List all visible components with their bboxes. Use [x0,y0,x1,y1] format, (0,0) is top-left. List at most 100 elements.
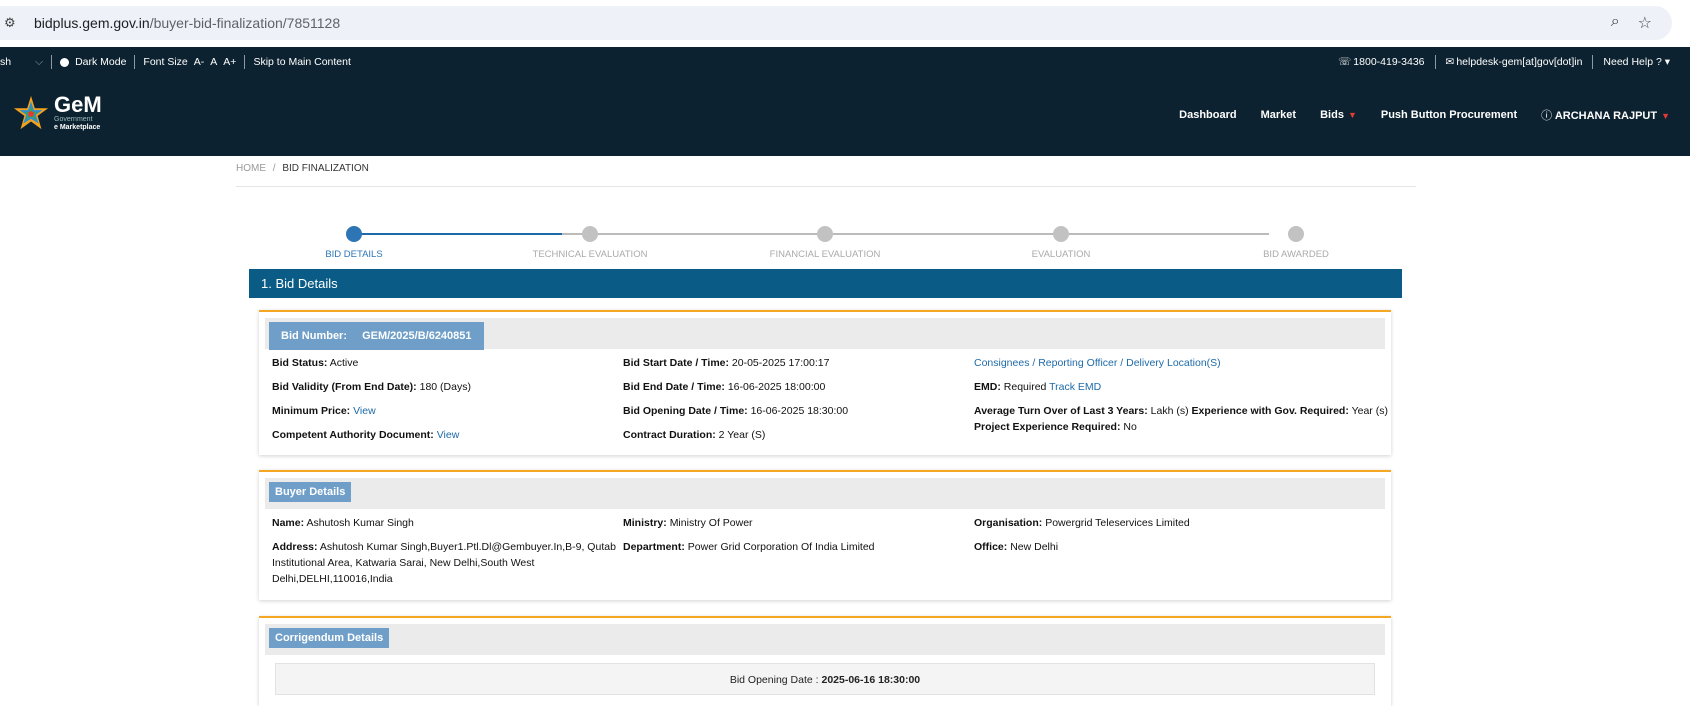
url-host: bidplus.gem.gov.in [34,15,150,31]
track-emd-link[interactable]: Track EMD [1049,381,1101,393]
dark-mode-toggle[interactable]: Dark Mode [52,56,134,68]
step-financial-evaluation[interactable]: FINANCIAL EVALUATION [745,224,905,260]
chevron-down-icon[interactable]: ⌵ [35,56,43,69]
site-settings-icon[interactable]: ⚙ [4,15,24,31]
consignees-link[interactable]: Consignees / Reporting Officer / Deliver… [974,357,1221,369]
bid-status-value: Active [329,357,359,369]
bid-number-label: Bid Number: [275,326,353,346]
font-increase-button[interactable]: A+ [223,56,236,68]
font-size-label: Font Size [143,56,188,68]
step-label: EVALUATION [1031,249,1091,260]
bid-opening-value: 16-06-2025 18:30:00 [750,405,849,417]
buyer-details-badge: Buyer Details [269,482,352,502]
min-price-label: Minimum Price: [272,405,351,417]
nav-market[interactable]: Market [1261,109,1296,121]
ministry-value: Ministry Of Power [669,517,753,529]
step-dot [582,226,598,242]
language-select[interactable]: sh [0,56,11,68]
user-menu[interactable]: ⓘ ARCHANA RAJPUT ▼ [1541,107,1670,123]
step-evaluation[interactable]: EVALUATION [981,224,1141,260]
contract-duration-value: 2 Year (S) [718,429,766,441]
caret-down-icon: ▼ [1347,110,1357,120]
bid-number-value: GEM/2025/B/6240851 [356,326,478,346]
bid-start-value: 20-05-2025 17:00:17 [731,357,830,369]
office-label: Office: [974,541,1008,553]
helpline-phone[interactable]: 1800-419-3436 [1353,56,1424,68]
bid-validity-value: 180 (Days) [419,381,471,393]
breadcrumb-separator: / [272,163,276,174]
info-icon: ⓘ [1541,110,1553,122]
step-label: FINANCIAL EVALUATION [769,249,881,260]
contract-duration-label: Contract Duration: [623,429,716,441]
breadcrumb: HOME / BID FINALIZATION [236,163,1416,187]
turnover-label: Average Turn Over of Last 3 Years: [974,405,1148,417]
gov-experience-label: Experience with Gov. Required: [1191,405,1349,417]
caret-down-icon: ▼ [1661,111,1670,121]
chevron-down-icon: ▾ [1664,56,1670,68]
step-bid-awarded[interactable]: BID AWARDED [1216,224,1376,260]
logo-title: GeM [54,92,102,117]
nav-push-button-procurement[interactable]: Push Button Procurement [1381,109,1517,121]
user-name: ARCHANA RAJPUT [1554,110,1658,122]
corrigendum-label: Bid Opening Date : [729,674,819,686]
font-decrease-button[interactable]: A- [194,56,205,68]
gov-experience-value: Year (s) [1351,405,1388,417]
utility-bar: sh ⌵ Dark Mode Font Size A- A A+ Skip to… [0,47,1690,77]
bid-number-badge: Bid Number: GEM/2025/B/6240851 [269,322,484,350]
nav-bids-label: Bids [1320,109,1344,121]
dark-mode-label: Dark Mode [75,56,127,68]
step-technical-evaluation[interactable]: TECHNICAL EVALUATION [510,224,670,260]
office-value: New Delhi [1010,541,1059,553]
browser-address-bar: ⚙ bidplus.gem.gov.in/buyer-bid-finalizat… [0,0,1690,47]
divider [1434,55,1436,69]
step-dot [1053,226,1069,242]
gem-logo[interactable]: GeM Government e Marketplace [12,93,102,133]
step-label: TECHNICAL EVALUATION [532,249,648,260]
organisation-label: Organisation: [974,517,1043,529]
nav-dashboard[interactable]: Dashboard [1179,109,1236,121]
ministry-label: Ministry: [623,517,667,529]
nav-bids[interactable]: Bids ▼ [1320,109,1357,121]
helpdesk-email[interactable]: helpdesk-gem[at]gov[dot]in [1456,56,1582,68]
turnover-value: Lakh (s) [1150,405,1189,417]
section-header-bid-details[interactable]: 1. Bid Details [249,269,1402,298]
breadcrumb-current: BID FINALIZATION [282,163,369,174]
bid-details-card: Bid Number: GEM/2025/B/6240851 Bid Statu… [259,310,1391,455]
emd-value: Required [1003,381,1047,393]
corrigendum-card: Corrigendum Details Bid Opening Date : 2… [259,616,1391,706]
project-experience-label: Project Experience Required: [974,421,1121,433]
step-dot [346,226,362,242]
corrigendum-badge: Corrigendum Details [269,628,390,648]
bid-validity-label: Bid Validity (From End Date): [272,381,417,393]
bookmark-star-icon[interactable]: ☆ [1638,13,1652,33]
bid-opening-label: Bid Opening Date / Time: [623,405,748,417]
cad-view-link[interactable]: View [437,429,460,441]
bid-end-label: Bid End Date / Time: [623,381,725,393]
step-dot [817,226,833,242]
bid-end-value: 16-06-2025 18:00:00 [727,381,826,393]
mail-icon: ✉ [1445,56,1455,68]
emd-label: EMD: [974,381,1001,393]
zoom-icon[interactable]: ⌕ [1611,13,1620,33]
buyer-address-value: Ashutosh Kumar Singh,Buyer1.Ptl.Dl@Gembu… [272,541,616,585]
divider [1592,55,1594,69]
project-experience-value: No [1123,421,1137,433]
step-label: BID AWARDED [1263,249,1329,260]
step-dot [1288,226,1304,242]
logo-line1: Government [54,116,93,123]
need-help-menu[interactable]: Need Help ? ▾ [1603,56,1670,68]
buyer-name-label: Name: [272,517,305,529]
cad-label: Competent Authority Document: [272,429,434,441]
min-price-view-link[interactable]: View [353,405,376,417]
buyer-address-label: Address: [272,541,318,553]
url-field[interactable]: ⚙ bidplus.gem.gov.in/buyer-bid-finalizat… [0,6,1672,40]
skip-to-content-link[interactable]: Skip to Main Content [253,56,350,68]
step-label: BID DETAILS [325,249,383,260]
gem-star-icon [13,95,49,130]
step-bid-details[interactable]: BID DETAILS [274,224,434,260]
organisation-value: Powergrid Teleservices Limited [1045,517,1190,529]
phone-icon: ☏ [1338,56,1352,68]
breadcrumb-home[interactable]: HOME [236,163,266,174]
font-normal-button[interactable]: A [210,56,217,68]
department-value: Power Grid Corporation Of India Limited [687,541,875,553]
